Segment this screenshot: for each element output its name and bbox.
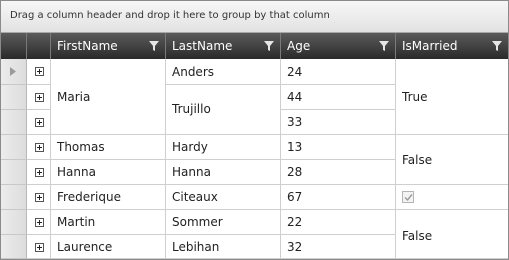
- cell-text: 13: [287, 140, 303, 154]
- filter-icon[interactable]: [379, 41, 389, 51]
- cell-text: 24: [287, 65, 303, 79]
- expander-cell: [27, 59, 51, 85]
- expander-cell: [27, 185, 51, 210]
- cell-lastname[interactable]: Sommer: [166, 210, 281, 235]
- expander-cell: [27, 110, 51, 135]
- cell-firstname[interactable]: Frederique: [51, 185, 166, 210]
- column-header-lastname[interactable]: LastName: [166, 33, 281, 59]
- cell-ismarried[interactable]: True: [396, 59, 508, 135]
- data-grid: Drag a column header and drop it here to…: [0, 0, 509, 260]
- cell-text: 33: [287, 115, 303, 129]
- cell-text: 32: [287, 240, 303, 254]
- current-row-arrow-icon: [10, 67, 16, 76]
- cell-age[interactable]: 13: [281, 135, 396, 160]
- cell-lastname[interactable]: Hardy: [166, 135, 281, 160]
- expander-cell: [27, 85, 51, 110]
- column-header-label: IsMarried: [402, 39, 458, 53]
- column-header-ismarried[interactable]: IsMarried: [396, 33, 508, 59]
- cell-age[interactable]: 33: [281, 110, 396, 135]
- plus-expander-icon[interactable]: [35, 168, 44, 177]
- cell-ismarried[interactable]: False: [396, 135, 508, 185]
- plus-expander-icon[interactable]: [35, 218, 44, 227]
- cell-text: 28: [287, 165, 303, 179]
- cell-text: 44: [287, 90, 303, 104]
- filter-icon[interactable]: [492, 41, 502, 51]
- cell-firstname[interactable]: Martin: [51, 210, 166, 235]
- cell-firstname[interactable]: Maria: [51, 59, 166, 135]
- header-indicator-cell: [1, 33, 27, 59]
- cell-text: Hanna: [57, 165, 96, 179]
- cell-text: Thomas: [57, 140, 105, 154]
- cell-text: Hardy: [172, 140, 208, 154]
- expander-cell: [27, 210, 51, 235]
- cell-ismarried[interactable]: False: [396, 210, 508, 259]
- cell-text: 22: [287, 215, 303, 229]
- column-header-age[interactable]: Age: [281, 33, 396, 59]
- row-indicator[interactable]: [1, 85, 27, 110]
- row-indicator[interactable]: [1, 135, 27, 160]
- plus-expander-icon[interactable]: [35, 118, 44, 127]
- cell-ismarried[interactable]: [396, 185, 508, 210]
- plus-expander-icon[interactable]: [35, 193, 44, 202]
- plus-expander-icon[interactable]: [35, 67, 44, 76]
- plus-expander-icon[interactable]: [35, 143, 44, 152]
- row-indicator[interactable]: [1, 235, 27, 259]
- cell-text: Martin: [57, 215, 96, 229]
- cell-text: True: [402, 90, 428, 104]
- cell-firstname[interactable]: Thomas: [51, 135, 166, 160]
- cell-age[interactable]: 44: [281, 85, 396, 110]
- cell-text: Frederique: [57, 190, 121, 204]
- cell-firstname[interactable]: Hanna: [51, 160, 166, 185]
- column-header-firstname[interactable]: FirstName: [51, 33, 166, 59]
- cell-text: Citeaux: [172, 190, 218, 204]
- cell-age[interactable]: 67: [281, 185, 396, 210]
- cell-age[interactable]: 32: [281, 235, 396, 259]
- cell-age[interactable]: 24: [281, 59, 396, 85]
- group-panel-hint: Drag a column header and drop it here to…: [10, 10, 330, 21]
- plus-expander-icon[interactable]: [35, 93, 44, 102]
- cell-text: Maria: [57, 90, 91, 104]
- expander-cell: [27, 135, 51, 160]
- row-indicator[interactable]: [1, 210, 27, 235]
- cell-text: Anders: [172, 65, 214, 79]
- column-header-label: FirstName: [57, 39, 118, 53]
- cell-age[interactable]: 22: [281, 210, 396, 235]
- group-panel[interactable]: Drag a column header and drop it here to…: [1, 1, 508, 33]
- row-indicator[interactable]: [1, 185, 27, 210]
- cell-text: Lebihan: [172, 240, 220, 254]
- column-header-label: Age: [287, 39, 311, 53]
- cell-lastname[interactable]: Lebihan: [166, 235, 281, 259]
- plus-expander-icon[interactable]: [35, 243, 44, 252]
- cell-text: Trujillo: [172, 102, 211, 116]
- cell-text: False: [402, 153, 433, 167]
- column-header-label: LastName: [172, 39, 233, 53]
- cell-lastname[interactable]: Anders: [166, 59, 281, 85]
- cell-text: Hanna: [172, 165, 211, 179]
- cell-text: Laurence: [57, 240, 113, 254]
- checkmark-icon: [404, 194, 413, 202]
- filter-icon[interactable]: [149, 41, 159, 51]
- cell-age[interactable]: 28: [281, 160, 396, 185]
- expander-cell: [27, 235, 51, 259]
- cell-firstname[interactable]: Laurence: [51, 235, 166, 259]
- row-indicator[interactable]: [1, 59, 27, 85]
- ismarried-checkbox[interactable]: [402, 191, 414, 203]
- cell-lastname[interactable]: Citeaux: [166, 185, 281, 210]
- row-indicator[interactable]: [1, 110, 27, 135]
- cell-lastname[interactable]: Hanna: [166, 160, 281, 185]
- expander-cell: [27, 160, 51, 185]
- row-indicator[interactable]: [1, 160, 27, 185]
- filter-icon[interactable]: [264, 41, 274, 51]
- cell-text: Sommer: [172, 215, 223, 229]
- cell-text: 67: [287, 190, 303, 204]
- header-expander-cell: [27, 33, 51, 59]
- cell-lastname[interactable]: Trujillo: [166, 85, 281, 135]
- cell-text: False: [402, 229, 433, 243]
